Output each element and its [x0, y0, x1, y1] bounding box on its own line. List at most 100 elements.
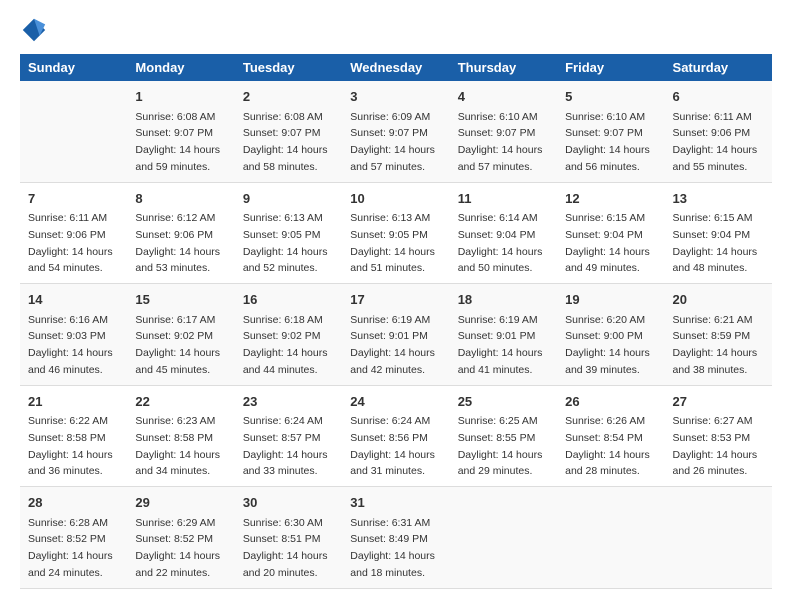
day-info: Sunrise: 6:21 AMSunset: 8:59 PMDaylight:…	[673, 314, 758, 376]
day-number: 17	[350, 290, 441, 310]
calendar-cell: 26 Sunrise: 6:26 AMSunset: 8:54 PMDayligh…	[557, 385, 664, 487]
calendar-cell: 23 Sunrise: 6:24 AMSunset: 8:57 PMDayligh…	[235, 385, 342, 487]
week-row-2: 7 Sunrise: 6:11 AMSunset: 9:06 PMDaylight…	[20, 182, 772, 284]
header-day-wednesday: Wednesday	[342, 54, 449, 81]
day-number: 27	[673, 392, 764, 412]
calendar-cell	[557, 487, 664, 589]
day-number: 23	[243, 392, 334, 412]
day-info: Sunrise: 6:28 AMSunset: 8:52 PMDaylight:…	[28, 517, 113, 579]
day-info: Sunrise: 6:15 AMSunset: 9:04 PMDaylight:…	[565, 212, 650, 274]
day-info: Sunrise: 6:12 AMSunset: 9:06 PMDaylight:…	[135, 212, 220, 274]
week-row-5: 28Sunrise: 6:28 AMSunset: 8:52 PMDayligh…	[20, 487, 772, 589]
day-number: 12	[565, 189, 656, 209]
calendar-cell: 28Sunrise: 6:28 AMSunset: 8:52 PMDayligh…	[20, 487, 127, 589]
day-info: Sunrise: 6:24 AMSunset: 8:57 PMDaylight:…	[243, 415, 328, 477]
header-day-thursday: Thursday	[450, 54, 557, 81]
day-info: Sunrise: 6:10 AMSunset: 9:07 PMDaylight:…	[565, 111, 650, 173]
calendar-cell: 14Sunrise: 6:16 AMSunset: 9:03 PMDayligh…	[20, 284, 127, 386]
day-info: Sunrise: 6:08 AMSunset: 9:07 PMDaylight:…	[135, 111, 220, 173]
calendar-cell: 15 Sunrise: 6:17 AMSunset: 9:02 PMDayligh…	[127, 284, 234, 386]
day-number: 4	[458, 87, 549, 107]
day-info: Sunrise: 6:11 AMSunset: 9:06 PMDaylight:…	[673, 111, 758, 173]
day-info: Sunrise: 6:24 AMSunset: 8:56 PMDaylight:…	[350, 415, 435, 477]
header-day-saturday: Saturday	[665, 54, 772, 81]
day-number: 18	[458, 290, 549, 310]
day-number: 10	[350, 189, 441, 209]
calendar-cell: 11Sunrise: 6:14 AMSunset: 9:04 PMDayligh…	[450, 182, 557, 284]
day-info: Sunrise: 6:16 AMSunset: 9:03 PMDaylight:…	[28, 314, 113, 376]
calendar-cell: 6 Sunrise: 6:11 AMSunset: 9:06 PMDaylight…	[665, 81, 772, 182]
day-number: 29	[135, 493, 226, 513]
day-number: 2	[243, 87, 334, 107]
day-number: 19	[565, 290, 656, 310]
header	[20, 16, 772, 44]
logo-icon	[20, 16, 48, 44]
logo	[20, 16, 53, 44]
day-info: Sunrise: 6:17 AMSunset: 9:02 PMDaylight:…	[135, 314, 220, 376]
calendar-cell	[20, 81, 127, 182]
header-day-sunday: Sunday	[20, 54, 127, 81]
calendar-cell: 2 Sunrise: 6:08 AMSunset: 9:07 PMDaylight…	[235, 81, 342, 182]
calendar-cell: 25 Sunrise: 6:25 AMSunset: 8:55 PMDayligh…	[450, 385, 557, 487]
day-number: 22	[135, 392, 226, 412]
day-info: Sunrise: 6:22 AMSunset: 8:58 PMDaylight:…	[28, 415, 113, 477]
day-number: 24	[350, 392, 441, 412]
week-row-3: 14Sunrise: 6:16 AMSunset: 9:03 PMDayligh…	[20, 284, 772, 386]
day-info: Sunrise: 6:11 AMSunset: 9:06 PMDaylight:…	[28, 212, 113, 274]
calendar-cell: 29 Sunrise: 6:29 AMSunset: 8:52 PMDayligh…	[127, 487, 234, 589]
day-number: 5	[565, 87, 656, 107]
day-info: Sunrise: 6:19 AMSunset: 9:01 PMDaylight:…	[458, 314, 543, 376]
day-info: Sunrise: 6:13 AMSunset: 9:05 PMDaylight:…	[350, 212, 435, 274]
day-info: Sunrise: 6:31 AMSunset: 8:49 PMDaylight:…	[350, 517, 435, 579]
day-info: Sunrise: 6:26 AMSunset: 8:54 PMDaylight:…	[565, 415, 650, 477]
calendar-cell: 18 Sunrise: 6:19 AMSunset: 9:01 PMDayligh…	[450, 284, 557, 386]
calendar-cell: 10 Sunrise: 6:13 AMSunset: 9:05 PMDayligh…	[342, 182, 449, 284]
week-row-4: 21Sunrise: 6:22 AMSunset: 8:58 PMDayligh…	[20, 385, 772, 487]
day-info: Sunrise: 6:19 AMSunset: 9:01 PMDaylight:…	[350, 314, 435, 376]
calendar-cell	[665, 487, 772, 589]
day-info: Sunrise: 6:09 AMSunset: 9:07 PMDaylight:…	[350, 111, 435, 173]
day-number: 16	[243, 290, 334, 310]
day-number: 25	[458, 392, 549, 412]
header-day-tuesday: Tuesday	[235, 54, 342, 81]
calendar-cell: 1Sunrise: 6:08 AMSunset: 9:07 PMDaylight…	[127, 81, 234, 182]
day-number: 30	[243, 493, 334, 513]
day-info: Sunrise: 6:10 AMSunset: 9:07 PMDaylight:…	[458, 111, 543, 173]
calendar-cell: 4 Sunrise: 6:10 AMSunset: 9:07 PMDaylight…	[450, 81, 557, 182]
day-number: 31	[350, 493, 441, 513]
day-info: Sunrise: 6:23 AMSunset: 8:58 PMDaylight:…	[135, 415, 220, 477]
day-info: Sunrise: 6:15 AMSunset: 9:04 PMDaylight:…	[673, 212, 758, 274]
calendar-cell	[450, 487, 557, 589]
calendar-cell: 19Sunrise: 6:20 AMSunset: 9:00 PMDayligh…	[557, 284, 664, 386]
calendar-cell: 13 Sunrise: 6:15 AMSunset: 9:04 PMDayligh…	[665, 182, 772, 284]
day-info: Sunrise: 6:27 AMSunset: 8:53 PMDaylight:…	[673, 415, 758, 477]
day-number: 9	[243, 189, 334, 209]
day-number: 6	[673, 87, 764, 107]
week-row-1: 1Sunrise: 6:08 AMSunset: 9:07 PMDaylight…	[20, 81, 772, 182]
day-number: 7	[28, 189, 119, 209]
day-number: 13	[673, 189, 764, 209]
day-info: Sunrise: 6:30 AMSunset: 8:51 PMDaylight:…	[243, 517, 328, 579]
calendar-cell: 24 Sunrise: 6:24 AMSunset: 8:56 PMDayligh…	[342, 385, 449, 487]
calendar-header: SundayMondayTuesdayWednesdayThursdayFrid…	[20, 54, 772, 81]
day-number: 26	[565, 392, 656, 412]
day-info: Sunrise: 6:08 AMSunset: 9:07 PMDaylight:…	[243, 111, 328, 173]
day-info: Sunrise: 6:13 AMSunset: 9:05 PMDaylight:…	[243, 212, 328, 274]
day-number: 8	[135, 189, 226, 209]
header-day-monday: Monday	[127, 54, 234, 81]
day-number: 20	[673, 290, 764, 310]
day-info: Sunrise: 6:25 AMSunset: 8:55 PMDaylight:…	[458, 415, 543, 477]
calendar-cell: 12 Sunrise: 6:15 AMSunset: 9:04 PMDayligh…	[557, 182, 664, 284]
calendar-cell: 31 Sunrise: 6:31 AMSunset: 8:49 PMDayligh…	[342, 487, 449, 589]
calendar-cell: 20 Sunrise: 6:21 AMSunset: 8:59 PMDayligh…	[665, 284, 772, 386]
day-number: 11	[458, 189, 549, 209]
calendar-cell: 5 Sunrise: 6:10 AMSunset: 9:07 PMDaylight…	[557, 81, 664, 182]
day-info: Sunrise: 6:29 AMSunset: 8:52 PMDaylight:…	[135, 517, 220, 579]
calendar-cell: 8 Sunrise: 6:12 AMSunset: 9:06 PMDaylight…	[127, 182, 234, 284]
calendar-cell: 22 Sunrise: 6:23 AMSunset: 8:58 PMDayligh…	[127, 385, 234, 487]
day-number: 15	[135, 290, 226, 310]
calendar-cell: 30 Sunrise: 6:30 AMSunset: 8:51 PMDayligh…	[235, 487, 342, 589]
calendar-table: SundayMondayTuesdayWednesdayThursdayFrid…	[20, 54, 772, 589]
header-row: SundayMondayTuesdayWednesdayThursdayFrid…	[20, 54, 772, 81]
day-number: 3	[350, 87, 441, 107]
